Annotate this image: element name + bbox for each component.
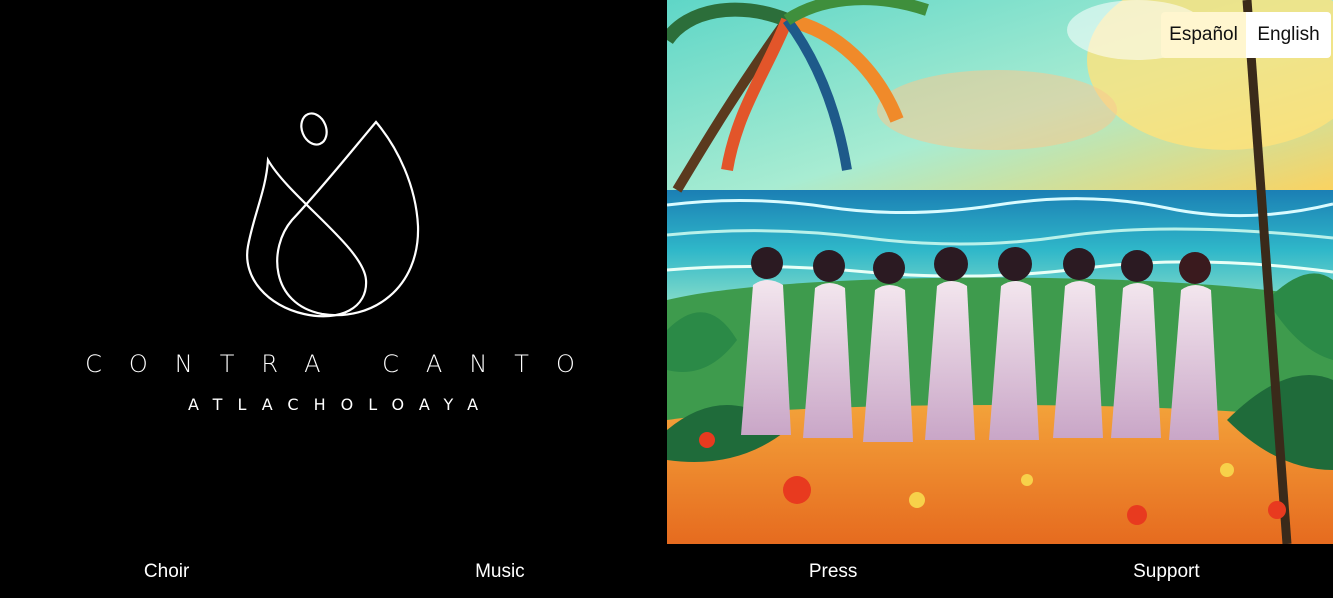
lang-option-spanish[interactable]: Español bbox=[1161, 12, 1246, 58]
hero: CONTRA CANTO ATLACHOLOAYA Español Englis… bbox=[0, 0, 1333, 544]
brand-panel: CONTRA CANTO ATLACHOLOAYA bbox=[0, 0, 667, 544]
brand-title: CONTRA CANTO bbox=[85, 350, 602, 378]
nav-item-press[interactable]: Press bbox=[667, 544, 1000, 598]
nav-item-support[interactable]: Support bbox=[1000, 544, 1333, 598]
nav-item-choir[interactable]: Choir bbox=[0, 544, 333, 598]
nav-item-music[interactable]: Music bbox=[333, 544, 666, 598]
brand-subtitle: ATLACHOLOAYA bbox=[187, 395, 494, 414]
flame-drops-logo-icon bbox=[246, 112, 420, 318]
hero-painting bbox=[667, 0, 1333, 544]
lang-option-english[interactable]: English bbox=[1246, 12, 1331, 58]
main-nav: Choir Music Press Support bbox=[0, 544, 1333, 598]
